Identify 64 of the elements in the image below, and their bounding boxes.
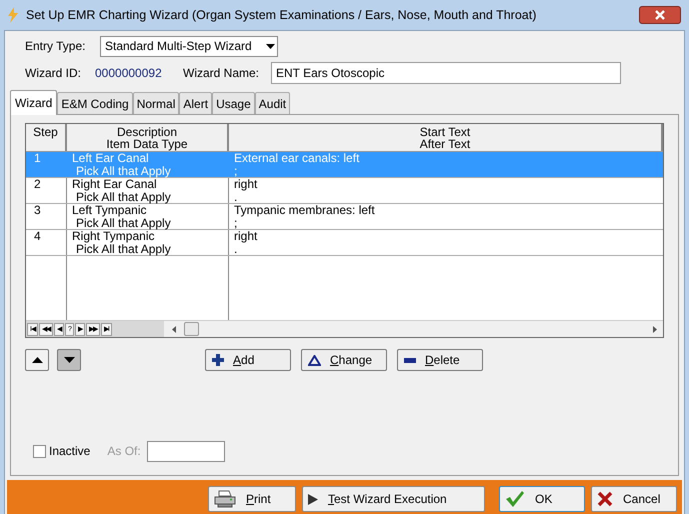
table-cell: . [234,191,238,204]
play-icon [308,494,318,504]
close-icon [655,10,665,20]
as-of-label: As Of: [107,443,141,460]
triangle-icon [308,354,321,366]
table-cell: Right Tympanic [72,230,154,243]
as-of-field[interactable] [146,440,225,462]
minus-icon [404,358,416,362]
scroll-right-icon [653,326,657,332]
footer-button[interactable]: Print [208,486,296,512]
table-cell-text: 2 [33,178,42,193]
table-cell: Right Ear Canal [72,178,157,191]
wizard-id-label: Wizard ID: [25,65,82,82]
table-cell-text: 4 [33,230,42,245]
table-cell-text: Pick All that Apply [75,165,171,178]
table-cell-text: Pick All that Apply [75,217,171,230]
tab[interactable]: Alert [179,92,212,114]
window-title: Set Up EMR Charting Wizard (Organ System Examinations / Ears, Nose, Mouth and Throat) [26,6,536,24]
table-cell: ; [234,165,238,178]
table-cell: Left Tympanic [72,204,146,217]
wizard-name-label: Wizard Name: [183,65,260,82]
edit-button[interactable]: Change [301,349,387,371]
tab[interactable]: Wizard [10,90,58,115]
table-cell: Left Ear Canal [72,152,149,165]
dropdown-arrow-icon [266,44,275,48]
table-cell-text: 3 [33,204,42,219]
footer-button[interactable]: Cancel [591,486,677,512]
tab[interactable]: Normal [132,92,180,114]
lightning-icon [8,7,18,23]
inactive-label: Inactive [49,443,90,460]
table-cell: . [234,243,238,256]
close-button[interactable] [639,6,681,24]
cross-icon [597,491,613,507]
table-row[interactable]: 4 Right Tympanic Pick All that Apply right . [26,230,663,256]
entry-type-label: Entry Type: [25,38,86,55]
table-cell-text: Pick All that Apply [76,191,171,204]
tab[interactable]: Audit [254,92,290,114]
table-cell-text: Pick All that Apply [76,243,171,256]
table-cell: Tympanic membranes: left [234,204,375,217]
tab[interactable]: Usage [212,92,255,114]
scroll-left-icon [172,326,176,332]
footer-button[interactable]: Test Wizard Execution [302,486,485,512]
move-down-button[interactable] [57,349,81,371]
table-cell: ; [234,217,238,230]
wizard-name-field[interactable]: ENT Ears Otoscopic [271,62,621,84]
up-triangle-icon [32,357,42,363]
scrollbar-thumb[interactable] [184,322,199,336]
table-row[interactable]: 2 Right Ear Canal Pick All that Apply right . [26,178,663,204]
plus-icon [212,354,224,366]
footer-button[interactable]: OK [499,486,585,512]
down-triangle-icon [64,357,74,363]
table-cell: right [234,230,258,243]
wizard-id-value: 0000000092 [95,65,163,82]
table-row[interactable]: 3 Left Tympanic Pick All that Apply Tympanic membranes: left ; [26,204,663,230]
entry-type-dropdown[interactable]: Standard Multi-Step Wizard [100,36,278,56]
printer-icon [214,490,236,508]
checkmark-icon [505,490,525,508]
tab[interactable]: E&M Coding [57,92,133,114]
table-cell: right [234,178,258,191]
move-up-button[interactable] [25,349,49,371]
edit-button[interactable]: Delete [397,349,483,371]
table-cell: External ear canals: left [234,152,360,165]
table-cell-text: 1 [33,152,42,167]
edit-button[interactable]: Add [205,349,291,371]
